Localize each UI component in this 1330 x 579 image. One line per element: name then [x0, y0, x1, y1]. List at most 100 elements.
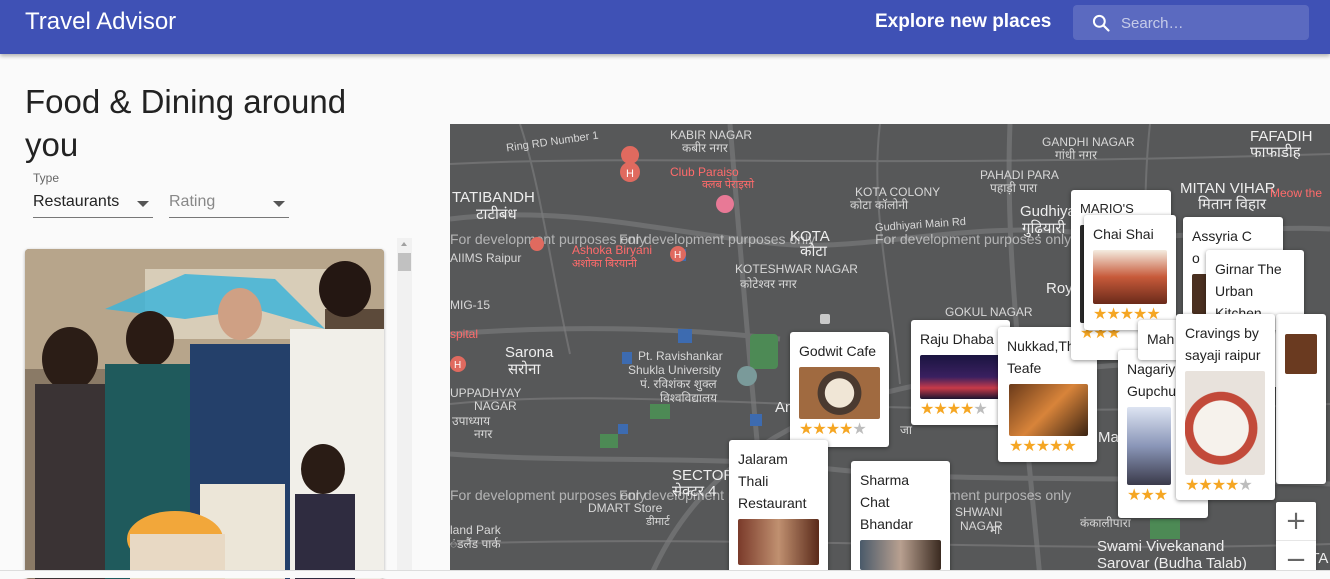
map-label: Meow the — [1270, 186, 1323, 200]
map-watermark: For development purposes only — [450, 487, 647, 503]
page-bottom-edge — [0, 570, 1330, 578]
search-box[interactable] — [1073, 5, 1309, 40]
search-icon — [1092, 14, 1110, 32]
dropdown-arrow-icon — [273, 201, 285, 207]
map-label: Gudhiya — [1020, 203, 1076, 220]
map-marker-card[interactable]: Sharma Chat Bhandar — [851, 461, 950, 578]
explore-heading: Explore new places — [875, 11, 1052, 32]
map-marker-card[interactable]: Raju Dhaba ★★★★★ — [911, 320, 1010, 425]
map-marker-card[interactable]: Cravings by sayaji raipur ★★★★★ — [1176, 314, 1275, 500]
map-label: MITAN VIHAR — [1180, 180, 1276, 197]
map-label: नगर — [474, 427, 493, 441]
rating-stars: ★★★★★ — [920, 401, 1001, 419]
map-label: अशोका बिरयानी — [572, 258, 637, 270]
zoom-in-button[interactable]: + — [1276, 502, 1316, 540]
map-label: Sarona — [505, 344, 554, 361]
map-label: MIG-15 — [450, 298, 491, 312]
search-input[interactable] — [1121, 12, 1301, 34]
map-label: पहाड़ी पारा — [990, 181, 1038, 195]
place-photo — [25, 249, 384, 579]
marker-photo — [1009, 384, 1088, 436]
marker-photo — [1185, 371, 1265, 475]
map-label: फाफाडीह — [1250, 144, 1301, 161]
star-empty-icon: ★ — [973, 401, 987, 418]
marker-photo — [920, 355, 1001, 399]
rating-stars: ★★★★★ — [1185, 477, 1266, 495]
map-watermark: For development purposes only — [875, 231, 1072, 247]
star-icon: ★★★★ — [1185, 477, 1239, 494]
type-select-value: Restaurants — [33, 193, 120, 210]
app-bar: Travel Advisor Explore new places — [0, 0, 1330, 54]
list-scrollbar[interactable] — [397, 238, 412, 578]
star-empty-icon: ★ — [852, 421, 866, 438]
map-label: SECTOR — [672, 467, 735, 484]
map-label: FAFADIH — [1250, 128, 1313, 145]
marker-name: Raju Dhaba — [920, 331, 994, 347]
marker-name: Sharma Chat Bhandar — [860, 472, 913, 532]
dropdown-arrow-icon — [137, 201, 149, 207]
map-marker-card[interactable]: Godwit Cafe ★★★★★ — [790, 332, 889, 447]
map-label: Shukla University — [628, 363, 721, 377]
map-label: TATIBANDH — [452, 189, 535, 206]
star-icon: ★★★ — [1127, 487, 1168, 504]
map-marker-card[interactable]: Chai Shai ★★★★★ — [1084, 215, 1176, 330]
map-watermark: For development purposes only — [450, 231, 647, 247]
marker-photo — [860, 540, 941, 570]
map-label: KOTESHWAR NAGAR — [735, 262, 858, 276]
map-label: DMART Store — [588, 501, 663, 515]
map-label: ंडलैंड पार्क — [450, 537, 501, 551]
zoom-controls: + − — [1276, 502, 1316, 578]
scroll-thumb[interactable] — [398, 253, 411, 271]
marker-photo — [1093, 250, 1167, 304]
map-label: कोटा कॉलोनी — [850, 198, 909, 212]
map-label: कबीर नगर — [682, 141, 728, 155]
rating-select[interactable]: Rating — [169, 190, 289, 218]
map-label: NAGAR — [474, 399, 517, 413]
app-title: Travel Advisor — [25, 8, 177, 35]
rating-stars: ★★★★★ — [799, 421, 880, 439]
map-label: विश्वविद्यालय — [660, 391, 718, 405]
map[interactable]: KABIR NAGAR कबीर नगर Ring RD Number 1 TA… — [450, 124, 1330, 578]
map-label: Ma — [1098, 429, 1119, 446]
map-label: AIIMS Raipur — [450, 251, 522, 265]
star-icon: ★★★★ — [920, 401, 974, 418]
map-watermark: For development purposes only — [619, 231, 816, 247]
map-label: मा — [990, 523, 1001, 537]
star-empty-icon: ★ — [1238, 477, 1252, 494]
map-label: SHWANI — [955, 505, 1003, 519]
place-card[interactable] — [25, 249, 384, 579]
map-label: Club Paraiso — [670, 165, 739, 179]
map-marker-card[interactable] — [1276, 314, 1326, 484]
map-label: spital — [450, 327, 479, 341]
marker-photo — [1127, 407, 1171, 485]
rating-stars: ★★★★★ — [1009, 438, 1088, 456]
type-select[interactable]: Restaurants — [33, 190, 153, 218]
map-label: land Park — [450, 523, 501, 537]
map-label: मितान विहार — [1198, 196, 1266, 213]
star-icon: ★★★★ — [799, 421, 853, 438]
star-icon: ★★★★★ — [1009, 438, 1077, 455]
marker-photo — [799, 367, 880, 419]
marker-photo — [738, 519, 819, 565]
map-label: गांधी नगर — [1055, 148, 1098, 162]
map-label: टाटीबंध — [476, 206, 517, 223]
marker-name: Godwit Cafe — [799, 343, 877, 359]
marker-photo — [1285, 334, 1317, 374]
marker-name: Cravings by sayaji raipur — [1185, 325, 1261, 363]
map-label: पं. रविशंकर शुक्ल — [640, 377, 717, 391]
map-label: GOKUL NAGAR — [945, 305, 1033, 319]
map-label: Pt. Ravishankar — [638, 349, 723, 363]
marker-name: Jalaram Thali Restaurant — [738, 451, 807, 511]
type-label: Type — [33, 171, 60, 185]
scroll-up-arrow-icon[interactable] — [401, 242, 407, 246]
rating-select-value: Rating — [169, 193, 216, 210]
page-title: Food & Dining around you — [25, 83, 347, 163]
map-label: कोटेश्वर नगर — [740, 277, 797, 291]
marker-name: Chai Shai — [1093, 226, 1154, 242]
map-label: जा — [900, 423, 913, 437]
map-label: कंकालीपारा — [1080, 516, 1131, 530]
map-marker-card[interactable]: Jalaram Thali Restaurant — [729, 440, 828, 578]
map-label: Swami Vivekanand — [1097, 538, 1225, 555]
map-label: क्लब पेराइसो — [702, 179, 755, 191]
map-label: सरोना — [508, 361, 541, 378]
